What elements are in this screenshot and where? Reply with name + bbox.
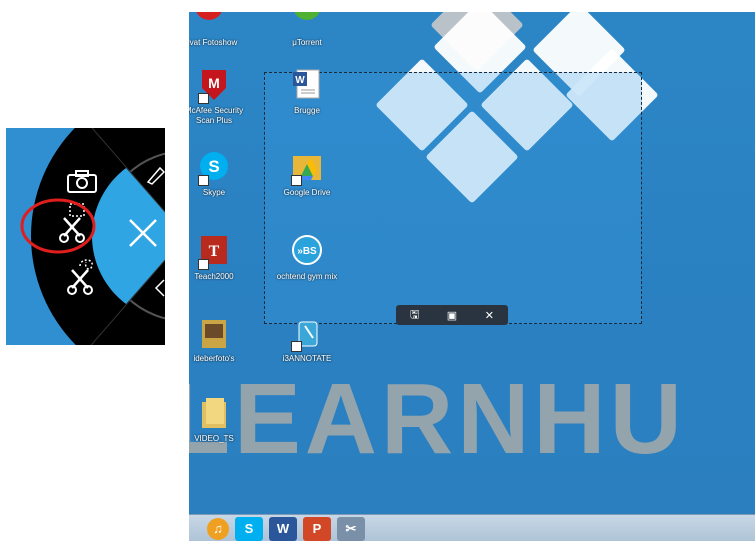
desktop-icon-mcafee[interactable]: M McAfee Security Scan Plus xyxy=(189,68,254,126)
desktop-icon-label: ochtend gym mix xyxy=(276,272,338,281)
camera-icon[interactable] xyxy=(66,168,98,194)
desktop-icon-ochtend-gym-mix[interactable]: »BS ochtend gym mix xyxy=(267,234,347,282)
teach2000-icon: T xyxy=(198,234,230,270)
desktop-icon-label: VIDEO_TS xyxy=(194,434,234,443)
svg-text:M: M xyxy=(208,75,220,91)
svg-text:»BS: »BS xyxy=(297,246,317,257)
desktop-icon-label: Skype xyxy=(202,188,226,197)
desktop-icon-label: ideberfoto's xyxy=(193,354,235,363)
watermark-text: LEARNHU xyxy=(189,363,686,475)
close-icon[interactable]: ✕ xyxy=(475,309,503,322)
utorrent-icon xyxy=(291,12,323,34)
itunes-icon[interactable]: ♫ xyxy=(207,517,229,540)
desktop-icon-label: Teach2000 xyxy=(194,272,234,281)
desktop-icon-label: Brugge xyxy=(294,106,320,115)
desktop: LEARNHU advat Fotoshow μTorrent M McAfee… xyxy=(189,12,755,541)
desktop-icon-label: advat Fotoshow xyxy=(189,38,238,47)
desktop-icon-fotoshow[interactable]: advat Fotoshow xyxy=(189,12,249,48)
i3annotate-icon xyxy=(291,316,323,352)
taskbar-edge xyxy=(193,517,201,541)
skype-icon: S xyxy=(198,150,230,186)
pen-icon[interactable] xyxy=(144,164,165,186)
desktop-icon-teach2000[interactable]: T Teach2000 xyxy=(189,234,254,282)
desktop-icon-google-drive[interactable]: Google Drive xyxy=(267,150,347,198)
svg-text:W: W xyxy=(295,75,305,86)
folder-photos-icon xyxy=(198,316,230,350)
taskbar: ♫ S W P ✂ xyxy=(189,514,755,541)
copy-window-icon[interactable]: ▣ xyxy=(438,309,466,322)
word-document-icon: W xyxy=(291,68,323,102)
desktop-icon-video-ts[interactable]: VIDEO_TS xyxy=(189,396,254,444)
desktop-icon-label: i3ANNOTATE xyxy=(282,354,332,363)
highlight-circle xyxy=(20,198,96,254)
svg-text:S: S xyxy=(208,157,219,176)
desktop-icon-ideberfotos[interactable]: ideberfoto's xyxy=(189,316,254,364)
desktop-icon-label: Google Drive xyxy=(283,188,331,197)
radial-capture-menu xyxy=(6,128,165,345)
snipping-tool-taskbar-icon[interactable]: ✂ xyxy=(337,516,365,541)
eraser-icon[interactable] xyxy=(152,278,165,298)
freeform-scissors-icon[interactable] xyxy=(64,256,100,296)
fotoshow-icon xyxy=(193,12,225,34)
close-icon[interactable] xyxy=(126,216,160,250)
selection-toolbar: 🖫 ▣ ✕ xyxy=(396,305,508,325)
folder-icon xyxy=(198,396,230,430)
save-icon[interactable]: 🖫 xyxy=(401,306,429,325)
desktop-icon-label: McAfee Security Scan Plus xyxy=(189,106,244,125)
word-taskbar-icon[interactable]: W xyxy=(269,516,297,541)
google-drive-icon xyxy=(291,150,323,186)
desktop-icon-label: μTorrent xyxy=(292,38,322,47)
desktop-icon-i3annotate[interactable]: i3ANNOTATE xyxy=(267,316,347,364)
powerpoint-taskbar-icon[interactable]: P xyxy=(303,516,331,541)
media-playlist-icon: »BS xyxy=(291,234,323,268)
skype-taskbar-icon[interactable]: S xyxy=(235,516,263,541)
desktop-icon-utorrent[interactable]: μTorrent xyxy=(267,12,347,48)
svg-text:T: T xyxy=(209,243,220,260)
desktop-icon-brugge[interactable]: W Brugge xyxy=(267,68,347,116)
desktop-icon-skype[interactable]: S Skype xyxy=(189,150,254,198)
mcafee-icon: M xyxy=(198,68,230,104)
